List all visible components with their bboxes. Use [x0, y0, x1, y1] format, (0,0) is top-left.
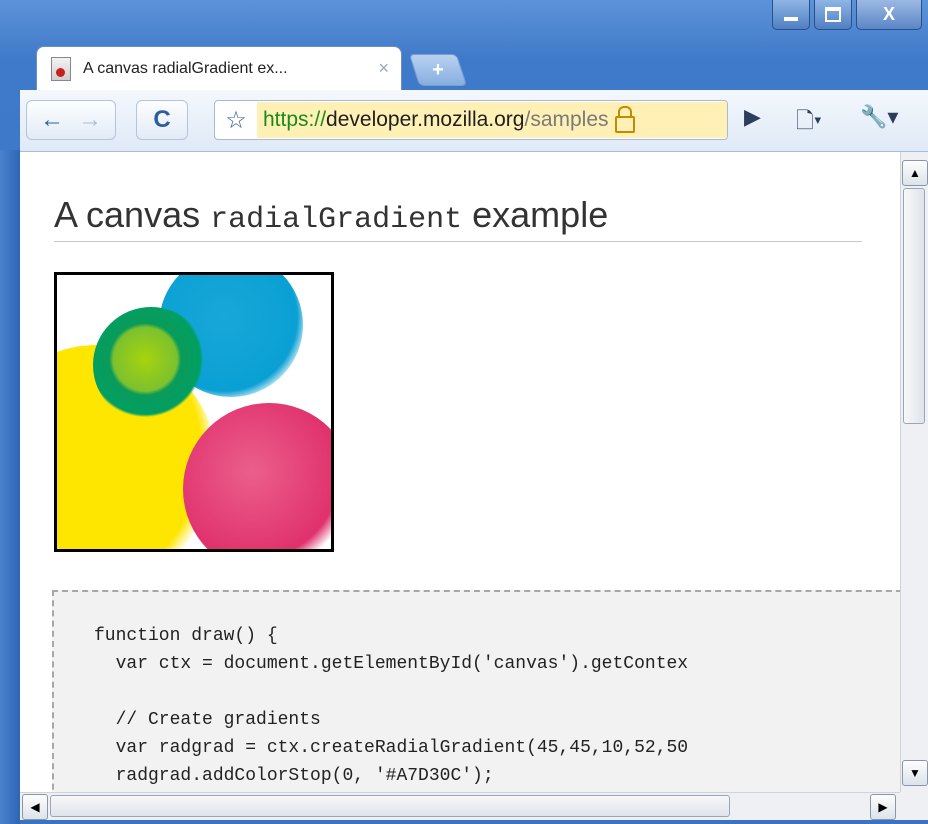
vertical-scrollbar[interactable]: ▲ ▼ — [900, 152, 928, 792]
title-divider — [54, 241, 862, 242]
code-line: radgrad.addColorStop(0, '#A7D30C'); — [94, 766, 494, 786]
url-field[interactable]: https:// developer.mozilla.org /samples — [257, 102, 727, 138]
plus-icon: + — [432, 58, 444, 81]
code-line: var radgrad = ctx.createRadialGradient(4… — [94, 738, 689, 758]
address-bar[interactable]: ☆ https:// developer.mozilla.org /sample… — [214, 100, 728, 140]
scroll-right-icon[interactable]: ▶ — [870, 794, 896, 820]
reload-icon[interactable]: C — [136, 100, 188, 140]
caption-buttons: X — [772, 0, 922, 30]
scroll-left-icon[interactable]: ◀ — [22, 794, 48, 820]
url-scheme: https:// — [263, 108, 327, 131]
tab-strip: A canvas radialGradient ex... × + — [20, 38, 920, 90]
code-line: // Create gradients — [94, 710, 321, 730]
back-forward-group: ← → — [26, 100, 116, 140]
navigation-toolbar: ← → C ☆ https:// developer.mozilla.org /… — [20, 90, 928, 152]
lock-icon[interactable] — [614, 105, 635, 133]
url-host: developer.mozilla.org — [326, 108, 525, 131]
go-icon[interactable]: ▶ — [744, 104, 761, 130]
green-circle — [93, 307, 209, 423]
page-content: A canvas radialGradient example function… — [20, 152, 900, 792]
tab-close-icon[interactable]: × — [378, 58, 389, 79]
page-title-code: radialGradient — [210, 203, 463, 237]
scrollbar-corner — [900, 792, 928, 820]
scroll-down-icon[interactable]: ▼ — [902, 760, 928, 786]
scroll-up-icon[interactable]: ▲ — [902, 160, 928, 186]
gradient-circles-image — [57, 275, 331, 549]
page-title-prefix: A canvas — [54, 194, 211, 235]
tab-active[interactable]: A canvas radialGradient ex... × — [36, 46, 402, 90]
wrench-menu-icon[interactable]: 🔧▾ — [860, 104, 898, 130]
new-tab-button[interactable]: + — [408, 54, 468, 86]
horizontal-scroll-thumb[interactable] — [50, 795, 730, 817]
maximize-icon[interactable] — [814, 0, 852, 30]
page-title: A canvas radialGradient example — [54, 194, 608, 237]
code-line: var ctx = document.getElementById('canva… — [94, 654, 689, 674]
forward-arrow-icon[interactable]: → — [78, 106, 102, 134]
window-frame-left — [0, 150, 20, 824]
page-menu-icon[interactable]: 🗋▾ — [796, 104, 822, 142]
radial-gradient-canvas — [54, 272, 334, 552]
code-line: function draw() { — [94, 626, 278, 646]
back-arrow-icon[interactable]: ← — [40, 106, 64, 134]
horizontal-scrollbar[interactable]: ◀ ▶ — [20, 792, 900, 820]
page-favicon-icon — [51, 56, 71, 81]
code-sample: function draw() { var ctx = document.get… — [52, 590, 900, 792]
minimize-icon[interactable] — [772, 0, 810, 30]
browser-window: X A canvas radialGradient ex... × + ← → … — [0, 0, 928, 824]
tab-title: A canvas radialGradient ex... — [83, 59, 288, 77]
bookmark-star-icon[interactable]: ☆ — [215, 106, 257, 135]
page-title-suffix: example — [462, 194, 609, 235]
vertical-scroll-thumb[interactable] — [903, 188, 925, 424]
url-path: /samples — [524, 108, 609, 131]
close-window-button[interactable]: X — [856, 0, 922, 30]
